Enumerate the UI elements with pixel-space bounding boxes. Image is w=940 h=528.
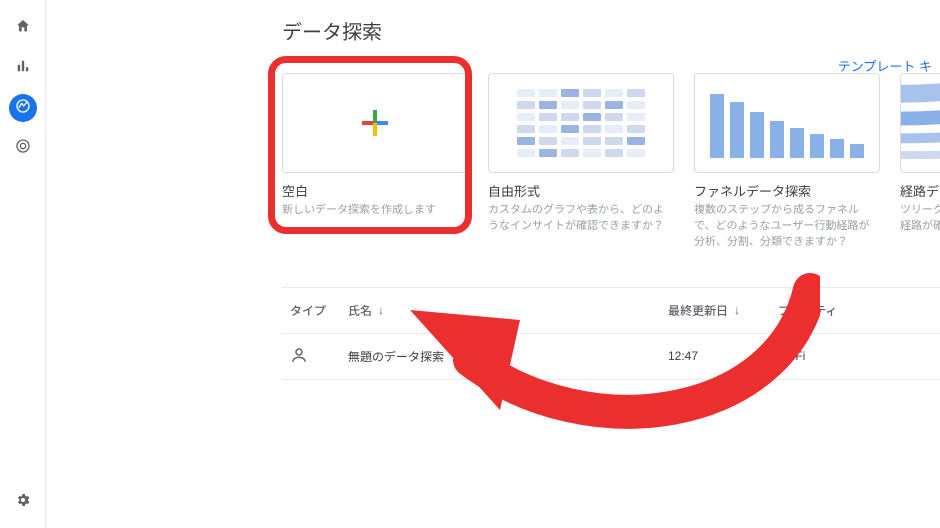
person-icon [290, 346, 308, 364]
col-header-property[interactable]: プロパティ [778, 302, 940, 319]
plus-icon [362, 110, 388, 136]
card-desc: ツリーグラフから、ユーザーのど動経路が確認できますか？ [900, 203, 940, 235]
sidebar-item-home[interactable] [9, 14, 37, 42]
thumb-freeform [488, 73, 674, 173]
row-name: 無題のデータ探索 [348, 348, 668, 365]
left-sidebar [0, 0, 46, 528]
list-header: タイプ 氏名 ↓ 最終更新日 ↓ プロパティ [282, 288, 940, 334]
thumb-path [900, 73, 940, 173]
page-title: データ探索 [282, 16, 940, 45]
card-title: 自由形式 [488, 181, 674, 200]
col-header-type[interactable]: タイプ [282, 302, 348, 319]
sidebar-item-explore[interactable] [9, 94, 37, 122]
card-desc: カスタムのグラフや表から、どのようなインサイトが確認できますか？ [488, 203, 674, 235]
explorations-list: タイプ 氏名 ↓ 最終更新日 ↓ プロパティ 無題のデータ探索 12:47 Bl… [282, 287, 940, 380]
bar-chart-icon [16, 59, 30, 78]
sidebar-item-advertising[interactable] [9, 134, 37, 162]
sidebar-item-settings[interactable] [9, 488, 37, 516]
card-desc: 複数のステップから成るファネルで、どのようなユーザー行動経路が分析、分割、分類で… [694, 203, 880, 251]
row-updated: 12:47 [668, 349, 778, 363]
template-gallery: 空白 新しいデータ探索を作成します 自由形式 カスタムのグラフや表から、どのよう… [282, 73, 940, 251]
home-icon [15, 18, 31, 39]
card-title: ファネルデータ探索 [694, 181, 880, 200]
row-property: BloFi [778, 349, 940, 363]
col-header-updated[interactable]: 最終更新日 ↓ [668, 302, 778, 319]
table-row[interactable]: 無題のデータ探索 12:47 BloFi [282, 334, 940, 380]
target-icon [15, 138, 31, 159]
thumb-blank [282, 73, 468, 173]
row-type-icon [282, 346, 348, 367]
main-content: データ探索 テンプレート キ 空白 新しいデータ探索を作成します [46, 0, 940, 528]
sort-arrow-icon: ↓ [378, 303, 384, 317]
template-card-freeform[interactable]: 自由形式 カスタムのグラフや表から、どのようなインサイトが確認できますか？ [488, 73, 674, 251]
thumb-funnel [694, 73, 880, 173]
sankey-icon [901, 74, 940, 173]
template-card-blank[interactable]: 空白 新しいデータ探索を作成します [282, 73, 468, 251]
template-card-path[interactable]: 経路データ探索 ツリーグラフから、ユーザーのど動経路が確認できますか？ [900, 73, 940, 251]
template-card-funnel[interactable]: ファネルデータ探索 複数のステップから成るファネルで、どのようなユーザー行動経路… [694, 73, 880, 251]
card-desc: 新しいデータ探索を作成します [282, 203, 468, 219]
sidebar-item-reports[interactable] [9, 54, 37, 82]
col-header-name[interactable]: 氏名 ↓ [348, 302, 668, 319]
card-title: 経路データ探索 [900, 181, 940, 200]
explore-icon [15, 98, 31, 119]
sort-arrow-icon: ↓ [734, 303, 740, 317]
card-title: 空白 [282, 181, 468, 200]
gear-icon [15, 492, 31, 513]
